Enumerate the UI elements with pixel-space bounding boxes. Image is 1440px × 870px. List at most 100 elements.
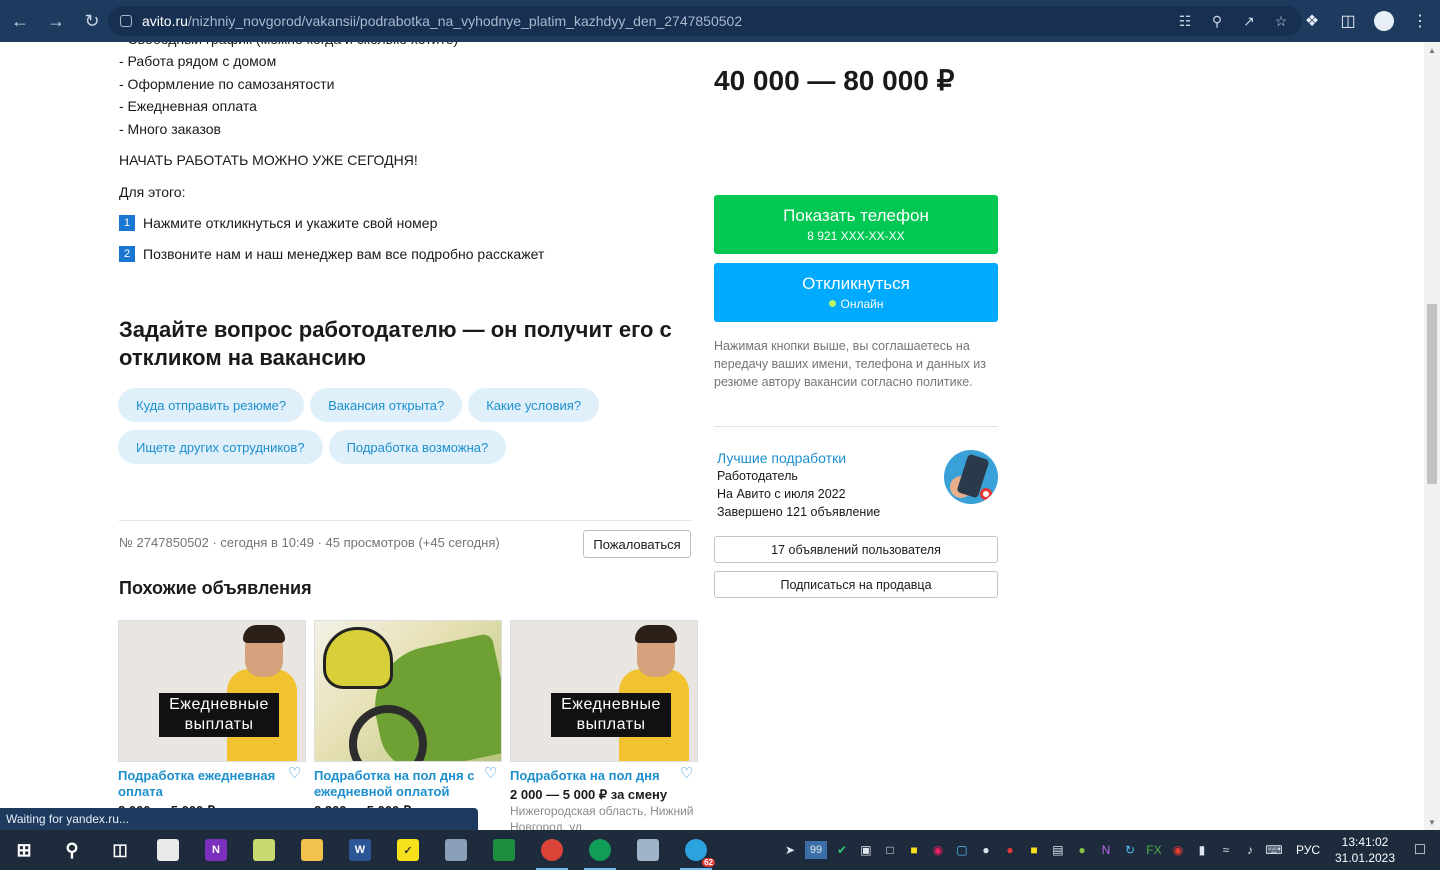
heart-icon[interactable]: ♡ xyxy=(680,766,696,782)
show-phone-button[interactable]: Показать телефон 8 921 XXX-XX-XX xyxy=(714,195,998,254)
step-number-icon: 2 xyxy=(119,246,135,262)
step-item: 1 Нажмите откликнуться и укажите свой но… xyxy=(119,212,699,234)
back-icon[interactable]: ← xyxy=(4,5,36,37)
seller-ads-button[interactable]: 17 объявлений пользователя xyxy=(714,536,998,563)
question-chip[interactable]: Вакансия открыта? xyxy=(310,388,463,422)
similar-ads-list: Ежедневные выплаты ♡ Подработка ежедневн… xyxy=(118,620,698,830)
window-icon[interactable]: ▤ xyxy=(1046,830,1070,870)
menu-dots-icon[interactable]: ⋮ xyxy=(1406,6,1434,36)
leaf-icon[interactable]: ● xyxy=(1070,830,1094,870)
similar-ad-card[interactable]: Ежедневные выплаты ♡ Подработка на пол д… xyxy=(510,620,698,830)
start-button[interactable]: ⊞ xyxy=(0,830,48,870)
ad-title-link[interactable]: Подработка на пол дня xyxy=(510,768,698,784)
antivirus-icon[interactable]: ◉ xyxy=(1166,830,1190,870)
notepad-icon xyxy=(157,839,179,861)
taskbar-app[interactable]: N xyxy=(192,830,240,870)
divider xyxy=(714,426,998,427)
clock[interactable]: 13:41:02 31.01.2023 xyxy=(1330,834,1400,866)
sticky-tray-icon[interactable]: ■ xyxy=(1022,830,1046,870)
taskbar-app[interactable]: 62 xyxy=(672,830,720,870)
description-bullet: - Много заказов xyxy=(119,120,221,137)
battery-icon[interactable]: ▮ xyxy=(1190,830,1214,870)
notification-icon[interactable]: □ xyxy=(1400,830,1440,870)
search-button[interactable]: ⚲ xyxy=(48,830,96,870)
task-view-button[interactable]: ◫ xyxy=(96,830,144,870)
start-today-text: НАЧАТЬ РАБОТАТЬ МОЖНО УЖЕ СЕГОДНЯ! xyxy=(119,152,418,168)
question-chip[interactable]: Ищете других сотрудников? xyxy=(118,430,323,464)
report-button[interactable]: Пожаловаться xyxy=(583,530,691,558)
sidepanel-icon[interactable]: ◫ xyxy=(1334,6,1362,36)
sync-icon[interactable]: ↻ xyxy=(1118,830,1142,870)
promo-label: Ежедневные выплаты xyxy=(551,693,671,737)
similar-ad-card[interactable]: ♡ Подработка на пол дня с ежедневной опл… xyxy=(314,620,502,830)
keyboard-icon[interactable]: ⌨ xyxy=(1262,830,1286,870)
question-chip[interactable]: Подработка возможна? xyxy=(328,430,507,464)
url-path: /nizhniy_novgorod/vakansii/podrabotka_na… xyxy=(187,13,743,29)
show-phone-label: Показать телефон xyxy=(783,205,929,225)
taskbar-app[interactable] xyxy=(528,830,576,870)
seller-name-link[interactable]: Лучшие подработки xyxy=(717,449,937,467)
onenote-tray-icon[interactable]: N xyxy=(1094,830,1118,870)
taskbar-app[interactable] xyxy=(432,830,480,870)
for-this-text: Для этого: xyxy=(119,183,186,200)
taskbar-app[interactable] xyxy=(144,830,192,870)
shield-icon[interactable]: ✔ xyxy=(830,830,854,870)
translate-icon[interactable]: ☷ xyxy=(1174,10,1196,32)
taskbar-app[interactable] xyxy=(240,830,288,870)
bookmark-star-icon[interactable]: ☆ xyxy=(1270,10,1292,32)
share-icon[interactable]: ↗ xyxy=(1238,10,1260,32)
zoom-icon[interactable]: ⚲ xyxy=(1206,10,1228,32)
sticky-notes-icon: ✓ xyxy=(397,839,419,861)
taskbar-app[interactable] xyxy=(288,830,336,870)
heart-icon[interactable]: ♡ xyxy=(484,766,500,782)
description-line: - Свободный график (можно когда и скольк… xyxy=(119,42,458,51)
file-icon[interactable]: □ xyxy=(878,830,902,870)
screenshot-icon[interactable]: ▢ xyxy=(950,830,974,870)
step-text: Нажмите откликнуться и укажите свой номе… xyxy=(143,215,438,231)
seller-avatar[interactable] xyxy=(944,450,998,504)
reload-icon[interactable]: ↻ xyxy=(76,5,108,37)
fx-icon[interactable]: FX xyxy=(1142,830,1166,870)
taskbar-app[interactable]: W xyxy=(336,830,384,870)
profile-icon[interactable] xyxy=(1370,6,1398,36)
note-icon[interactable]: ■ xyxy=(902,830,926,870)
question-chip[interactable]: Какие условия? xyxy=(468,388,600,422)
ad-thumbnail[interactable] xyxy=(314,620,502,762)
forward-icon[interactable]: → xyxy=(40,5,72,37)
clock-time: 13:41:02 xyxy=(1341,835,1389,849)
taskbar-app[interactable] xyxy=(624,830,672,870)
scroll-up-icon[interactable]: ▲ xyxy=(1428,46,1436,55)
windows-logo-icon: ⊞ xyxy=(16,839,32,860)
heart-icon[interactable]: ♡ xyxy=(288,766,304,782)
tray-badge[interactable]: 99 xyxy=(804,841,827,859)
taskbar-app[interactable] xyxy=(576,830,624,870)
scroll-thumb[interactable] xyxy=(1427,304,1437,484)
send-icon[interactable]: ➤ xyxy=(778,830,802,870)
record-icon[interactable]: ◉ xyxy=(926,830,950,870)
address-bar[interactable]: avito.ru/nizhniy_novgorod/vakansii/podra… xyxy=(108,6,1302,36)
page-scrollbar[interactable]: ▲ ▼ xyxy=(1424,42,1440,830)
agreement-text: Нажимая кнопки выше, вы соглашаетесь на … xyxy=(714,339,986,389)
scroll-down-icon[interactable]: ▼ xyxy=(1428,818,1436,827)
ad-thumbnail[interactable]: Ежедневные выплаты xyxy=(510,620,698,762)
folder-icon xyxy=(301,839,323,861)
subscribe-seller-button[interactable]: Подписаться на продавца xyxy=(714,571,998,598)
ask-question-title: Задайте вопрос работодателю — он получит… xyxy=(119,317,672,370)
ad-title-link[interactable]: Подработка на пол дня с ежедневной оплат… xyxy=(314,768,502,800)
steam-icon[interactable]: ● xyxy=(974,830,998,870)
wifi-icon[interactable]: ≈ xyxy=(1214,830,1238,870)
url-text: avito.ru/nizhniy_novgorod/vakansii/podra… xyxy=(142,13,742,29)
ad-title-link[interactable]: Подработка ежедневная оплата xyxy=(118,768,306,800)
question-chip[interactable]: Куда отправить резюме? xyxy=(118,388,305,422)
ad-location: Нижегородская область, Нижний Новгород, … xyxy=(510,804,694,830)
taskbar-app[interactable]: ✓ xyxy=(384,830,432,870)
chrome-tray-icon[interactable]: ● xyxy=(998,830,1022,870)
taskbar-app[interactable] xyxy=(480,830,528,870)
monitor-icon[interactable]: ▣ xyxy=(854,830,878,870)
volume-icon[interactable]: ♪ xyxy=(1238,830,1262,870)
similar-ad-card[interactable]: Ежедневные выплаты ♡ Подработка ежедневн… xyxy=(118,620,306,830)
ad-thumbnail[interactable]: Ежедневные выплаты xyxy=(118,620,306,762)
extensions-icon[interactable]: ❖ xyxy=(1298,6,1326,36)
input-language[interactable]: РУС xyxy=(1296,843,1320,857)
reply-button[interactable]: Откликнуться Онлайн xyxy=(714,263,998,322)
